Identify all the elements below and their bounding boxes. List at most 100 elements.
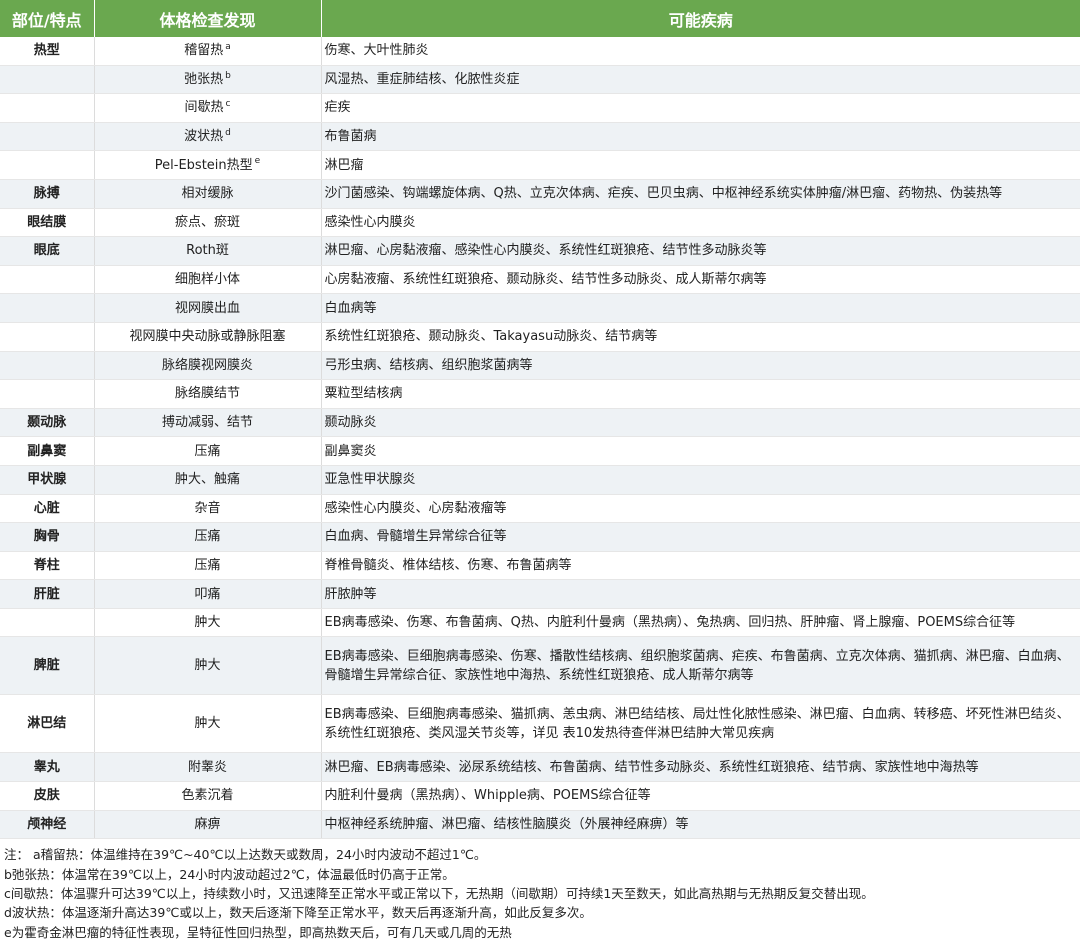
table-row: 眼结膜 瘀点、瘀斑 感染性心内膜炎	[0, 208, 1080, 238]
header-part: 部位/特点	[0, 0, 95, 37]
finding-text: 肿大	[194, 716, 221, 732]
cell-disease: 弓形虫病、结核病、组织胞浆菌病等	[321, 351, 1080, 381]
finding-text: 麻痹	[194, 816, 221, 832]
finding-text: 附睾炎	[187, 759, 227, 775]
cell-finding: 肿大	[94, 608, 322, 638]
cell-finding: 附睾炎	[94, 752, 322, 783]
footnote-line: c间歇热：体温骤升可达39℃以上，持续数小时，又迅速降至正常水平或正常以下，无热…	[4, 886, 874, 902]
cell-disease: 颞动脉炎	[321, 408, 1080, 438]
cell-finding: 弛张热 b	[94, 65, 322, 95]
cell-part: 热型	[0, 37, 95, 66]
cell-finding: 麻痹	[94, 810, 322, 840]
cell-disease: 感染性心内膜炎	[321, 208, 1080, 238]
finding-text: 叩痛	[194, 586, 221, 602]
cell-finding: 肿大	[94, 636, 322, 696]
table-header-row: 部位/特点 体格检查发现 可能疾病	[0, 0, 1080, 37]
table-row: 脊柱 压痛 脊椎骨髓炎、椎体结核、伤寒、布鲁菌病等	[0, 551, 1080, 581]
finding-text: 瘀点、瘀斑	[174, 214, 240, 230]
cell-disease: 中枢神经系统肿瘤、淋巴瘤、结核性脑膜炎（外展神经麻痹）等	[321, 810, 1080, 840]
finding-text: 间歇热	[184, 100, 224, 116]
cell-part: 甲状腺	[0, 465, 95, 495]
cell-part: 肝脏	[0, 579, 95, 609]
cell-finding: 色素沉着	[94, 781, 322, 811]
table-row: 睾丸 附睾炎 淋巴瘤、EB病毒感染、泌尿系统结核、布鲁菌病、结节性多动脉炎、系统性红…	[0, 752, 1080, 783]
cell-disease: 风湿热、重症肺结核、化脓性炎症	[321, 65, 1080, 95]
cell-disease: 内脏利什曼病（黑热病）、Whipple病、POEMS综合征等	[321, 781, 1080, 811]
cell-part: 心脏	[0, 494, 95, 524]
cell-finding: 肿大、触痛	[94, 465, 322, 495]
finding-text: 视网膜出血	[174, 300, 240, 316]
finding-text: Pel-Ebstein热型	[154, 157, 253, 173]
cell-disease: 粟粒型结核病	[321, 379, 1080, 409]
footnotes: 注： a稽留热：体温维持在39℃~40℃以上达数天或数周，24小时内波动不超过1…	[0, 839, 1080, 942]
finding-text: 弛张热	[184, 71, 224, 87]
cell-finding: 细胞样小体	[94, 265, 322, 295]
table-row: 脾脏 肿大 EB病毒感染、巨细胞病毒感染、伤寒、播散性结核病、组织胞浆菌病、疟疾、布…	[0, 636, 1080, 696]
cell-part	[0, 93, 95, 123]
finding-text: 搏动减弱、结节	[161, 415, 253, 431]
cell-part: 皮肤	[0, 781, 95, 811]
finding-text: 色素沉着	[181, 788, 234, 804]
cell-disease: 肝脓肿等	[321, 579, 1080, 609]
cell-disease: 布鲁菌病	[321, 122, 1080, 152]
cell-finding: 视网膜中央动脉或静脉阻塞	[94, 322, 322, 352]
table-row: 颞动脉 搏动减弱、结节 颞动脉炎	[0, 408, 1080, 438]
table-row: 心脏 杂音 感染性心内膜炎、心房黏液瘤等	[0, 494, 1080, 524]
header-disease: 可能疾病	[321, 0, 1080, 37]
cell-disease: EB病毒感染、伤寒、布鲁菌病、Q热、内脏利什曼病（黑热病）、兔热病、回归热、肝肿…	[321, 608, 1080, 638]
footnote-marker: a	[225, 41, 231, 52]
table-row: 副鼻窦 压痛 副鼻窦炎	[0, 436, 1080, 466]
footnote-line: 注： a稽留热：体温维持在39℃~40℃以上达数天或数周，24小时内波动不超过1…	[4, 847, 487, 863]
cell-part: 眼底	[0, 236, 95, 266]
table-row: 视网膜出血 白血病等	[0, 293, 1080, 323]
cell-part	[0, 122, 95, 152]
footnote-line: b弛张热：体温常在39℃以上，24小时内波动超过2℃，体温最低时仍高于正常。	[4, 866, 455, 882]
cell-finding: 搏动减弱、结节	[94, 408, 322, 438]
table-row: 颅神经 麻痹 中枢神经系统肿瘤、淋巴瘤、结核性脑膜炎（外展神经麻痹）等	[0, 810, 1080, 840]
cell-part: 脊柱	[0, 551, 95, 581]
cell-part: 颅神经	[0, 810, 95, 840]
cell-part	[0, 322, 95, 352]
finding-text: 波状热	[184, 129, 224, 145]
cell-part	[0, 379, 95, 409]
cell-part	[0, 608, 95, 638]
table-row: 热型 稽留热 a 伤寒、大叶性肺炎	[0, 37, 1080, 66]
cell-finding: 压痛	[94, 551, 322, 581]
cell-part	[0, 265, 95, 295]
cell-finding: 脉络膜结节	[94, 379, 322, 409]
cell-finding: 相对缓脉	[94, 179, 322, 209]
cell-disease: 亚急性甲状腺炎	[321, 465, 1080, 495]
cell-finding: Roth斑	[94, 236, 322, 266]
cell-finding: 稽留热 a	[94, 37, 322, 66]
cell-part: 颞动脉	[0, 408, 95, 438]
table-row: 肿大 EB病毒感染、伤寒、布鲁菌病、Q热、内脏利什曼病（黑热病）、兔热病、回归热、…	[0, 608, 1080, 638]
table-row: 细胞样小体 心房黏液瘤、系统性红斑狼疮、颞动脉炎、结节性多动脉炎、成人斯蒂尔病等	[0, 265, 1080, 295]
cell-finding: 叩痛	[94, 579, 322, 609]
footnote-line: e为霍奇金淋巴瘤的特征性表现，呈特征性回归热型，即高热数天后，可有几天或几周的无…	[4, 924, 512, 940]
cell-part	[0, 293, 95, 323]
finding-text: 肿大	[194, 615, 221, 631]
table-row: 皮肤 色素沉着 内脏利什曼病（黑热病）、Whipple病、POEMS综合征等	[0, 781, 1080, 811]
table-row: 脉搏 相对缓脉 沙门菌感染、钩端螺旋体病、Q热、立克次体病、疟疾、巴贝虫病、中枢神经…	[0, 179, 1080, 209]
cell-part: 副鼻窦	[0, 436, 95, 466]
table-row: 波状热 d 布鲁菌病	[0, 122, 1080, 152]
cell-part	[0, 65, 95, 95]
cell-finding: 瘀点、瘀斑	[94, 208, 322, 238]
cell-finding: 压痛	[94, 522, 322, 552]
cell-disease: 心房黏液瘤、系统性红斑狼疮、颞动脉炎、结节性多动脉炎、成人斯蒂尔病等	[321, 265, 1080, 295]
cell-finding: 杂音	[94, 494, 322, 524]
cell-disease: EB病毒感染、巨细胞病毒感染、伤寒、播散性结核病、组织胞浆菌病、疟疾、布鲁菌病、…	[321, 636, 1080, 696]
cell-disease: 系统性红斑狼疮、颞动脉炎、Takayasu动脉炎、结节病等	[321, 322, 1080, 352]
cell-disease: 淋巴瘤	[321, 150, 1080, 180]
finding-text: 相对缓脉	[181, 186, 234, 202]
finding-text: 脉络膜结节	[174, 386, 240, 402]
finding-text: 肿大	[194, 658, 221, 674]
cell-finding: 肿大	[94, 694, 322, 754]
cell-part: 脉搏	[0, 179, 95, 209]
table-row: 眼底 Roth斑 淋巴瘤、心房黏液瘤、感染性心内膜炎、系统性红斑狼疮、结节性多动脉炎…	[0, 236, 1080, 266]
cell-part: 胸骨	[0, 522, 95, 552]
table-row: 甲状腺 肿大、触痛 亚急性甲状腺炎	[0, 465, 1080, 495]
cell-finding: Pel-Ebstein热型 e	[94, 150, 322, 180]
cell-part	[0, 351, 95, 381]
table-row: 间歇热 c 疟疾	[0, 93, 1080, 123]
